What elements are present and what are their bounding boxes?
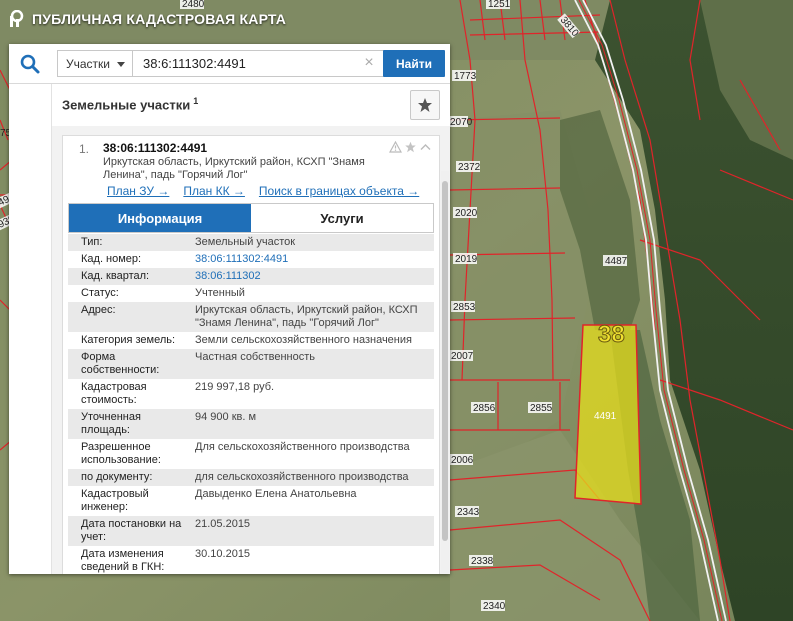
info-value: Земельный участок — [195, 236, 296, 248]
map-label: 2020 — [455, 208, 478, 219]
chevron-down-icon — [117, 62, 125, 67]
result-card[interactable]: 1. 38:06:111302:4491 Иркутская область, … — [62, 135, 440, 574]
info-row: Статус: Учтенный — [68, 285, 434, 302]
info-value: Иркутская область, Иркутский район, КСХП… — [195, 304, 418, 329]
info-row: Кад. квартал: 38:06:111302 — [68, 268, 434, 285]
info-row: по документу: для сельскохозяйственного п… — [68, 469, 434, 486]
info-value: Земли сельскохозяйственного назначения — [195, 334, 412, 346]
warning-icon[interactable] — [389, 141, 402, 153]
map-label: 2853 — [453, 302, 476, 313]
card-actions — [389, 141, 432, 153]
results-title: Земельные участки 1 — [62, 96, 199, 113]
map-label: 2343 — [457, 507, 480, 518]
chevron-up-icon[interactable] — [419, 141, 432, 153]
info-table: Тип: Земельный участок Кад. номер: 38:06:11… — [68, 234, 434, 574]
clear-icon[interactable]: × — [360, 54, 378, 72]
info-key: Разрешенное использование: — [81, 441, 161, 466]
map-label: 2006 — [451, 455, 474, 466]
map-label: 2070 — [450, 117, 473, 128]
results-header: Земельные участки 1 — [51, 84, 450, 126]
info-row: Дата изменения сведений в ГКН: 30.10.2015 — [68, 546, 434, 574]
result-links: План ЗУ → План КК → Поиск в границах объ… — [107, 184, 419, 198]
search-type-label: Участки — [66, 56, 110, 71]
result-tabs: Информация Услуги — [68, 203, 434, 233]
search-bar: Участки × Найти — [9, 44, 450, 84]
info-value: Учтенный — [195, 287, 245, 299]
info-row: Кадастровая стоимость: 219 997,18 руб. — [68, 379, 434, 409]
map-label: 1251 — [488, 0, 511, 10]
map-label: 2338 — [471, 556, 494, 567]
results-scrollbar[interactable] — [441, 171, 449, 573]
map-label: 1773 — [454, 71, 477, 82]
info-key: Кадастровый инженер: — [81, 488, 149, 513]
star-icon — [418, 98, 432, 112]
info-value: Для сельскохозяйственного производства — [195, 441, 410, 453]
info-key: Кад. квартал: — [81, 270, 150, 282]
info-value: Давыденко Елена Анатольевна — [195, 488, 357, 500]
result-address: Иркутская область, Иркутский район, КСХП… — [103, 156, 365, 181]
map-label: 2007 — [451, 351, 474, 362]
info-row: Уточненная площадь: 94 900 кв. м — [68, 409, 434, 439]
map-label: 2019 — [455, 254, 478, 265]
logo-icon — [10, 10, 24, 27]
map-label: 2856 — [473, 403, 496, 414]
info-row: Кадастровый инженер: Давыденко Елена Анат… — [68, 486, 434, 516]
info-value: для сельскохозяйственного производства — [195, 471, 409, 483]
info-key: Кад. номер: — [81, 253, 142, 265]
map-label: 4487 — [605, 256, 628, 267]
search-in-bounds-link[interactable]: Поиск в границах объекта → — [259, 184, 419, 198]
info-value[interactable]: 38:06:111302:4491 — [189, 251, 434, 268]
info-key: Дата изменения сведений в ГКН: — [81, 548, 165, 573]
info-key: Форма собственности: — [81, 351, 160, 376]
info-key: Адрес: — [81, 304, 116, 316]
find-button[interactable]: Найти — [383, 50, 445, 77]
app-title-text: ПУБЛИЧНАЯ КАДАСТРОВАЯ КАРТА — [32, 11, 287, 27]
info-value[interactable]: 38:06:111302 — [189, 268, 434, 285]
plan-kk-link[interactable]: План КК → — [183, 184, 245, 198]
result-cad-number[interactable]: 38:06:111302:4491 — [103, 141, 207, 155]
star-icon[interactable] — [404, 141, 417, 153]
tab-info[interactable]: Информация — [69, 204, 251, 232]
info-row: Дата постановки на учет: 21.05.2015 — [68, 516, 434, 546]
info-key: Уточненная площадь: — [81, 411, 141, 436]
favorite-button[interactable] — [410, 90, 440, 120]
map-label: 2855 — [530, 403, 553, 414]
info-key: Категория земель: — [81, 334, 176, 346]
info-value: 219 997,18 руб. — [195, 381, 275, 393]
info-row: Адрес: Иркутская область, Иркутский район… — [68, 302, 434, 332]
map-label: 2340 — [483, 601, 506, 612]
info-key: Статус: — [81, 287, 119, 299]
search-input[interactable] — [132, 50, 384, 77]
results-count: 1 — [193, 96, 199, 106]
scrollbar-thumb[interactable] — [442, 181, 448, 541]
info-key: Кадастровая стоимость: — [81, 381, 147, 406]
map-label: 2372 — [458, 162, 481, 173]
info-row: Форма собственности: Частная собственност… — [68, 349, 434, 379]
plan-zu-link[interactable]: План ЗУ → — [107, 184, 169, 198]
search-icon[interactable] — [19, 53, 41, 75]
info-value: 94 900 кв. м — [195, 411, 257, 423]
info-key: Дата постановки на учет: — [81, 518, 182, 543]
info-row: Кад. номер: 38:06:111302:4491 — [68, 251, 434, 268]
info-key: по документу: — [81, 471, 153, 483]
info-key: Тип: — [81, 236, 103, 248]
info-value: 30.10.2015 — [195, 548, 251, 560]
app-title: ПУБЛИЧНАЯ КАДАСТРОВАЯ КАРТА — [8, 8, 286, 30]
info-row: Разрешенное использование: Для сельскохоз… — [68, 439, 434, 469]
search-type-select[interactable]: Участки — [57, 50, 133, 77]
info-row: Тип: Земельный участок — [68, 234, 434, 251]
tab-services[interactable]: Услуги — [251, 204, 433, 232]
result-index: 1. — [79, 142, 90, 156]
info-row: Категория земель: Земли сельскохозяйствен… — [68, 332, 434, 349]
info-value: Частная собственность — [195, 351, 316, 363]
parcel-label: 4491 — [594, 411, 617, 422]
search-panel: Участки × Найти Земельные участки1 1. 38… — [9, 44, 450, 574]
info-value: 21.05.2015 — [195, 518, 251, 530]
results-list: 1. 38:06:111302:4491 Иркутская область, … — [51, 126, 450, 574]
region-label: 38 — [598, 321, 625, 348]
